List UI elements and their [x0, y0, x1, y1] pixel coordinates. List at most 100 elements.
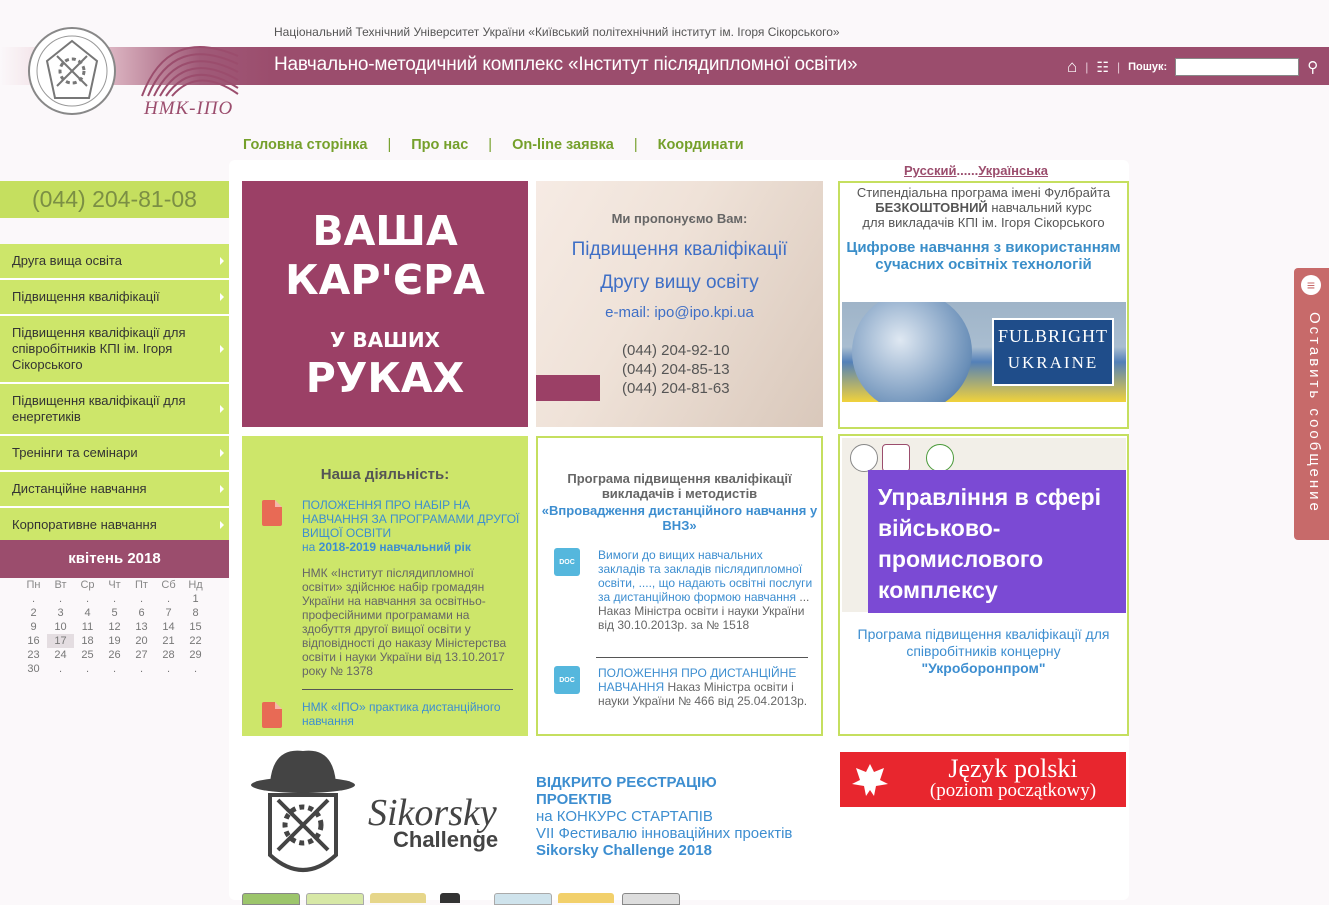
nmk-logo-icon — [882, 444, 910, 472]
calendar-day[interactable]: 21 — [155, 634, 182, 648]
arrow-right-icon — [220, 405, 224, 413]
calendar-day[interactable]: 2 — [20, 606, 47, 620]
weekday: Сб — [161, 579, 176, 591]
sidebar-item-kpi-staff[interactable]: Підвищення кваліфікації для співробітник… — [0, 316, 229, 384]
career-line-4: РУКАХ — [305, 354, 465, 402]
partner-thumbnail[interactable] — [242, 893, 300, 905]
calendar-day[interactable]: 22 — [182, 634, 209, 648]
nav-contacts[interactable]: Координати — [658, 137, 744, 153]
calendar-day[interactable]: 13 — [128, 620, 155, 634]
sidebar-item-second-degree[interactable]: Друга вища освіта — [0, 244, 229, 280]
calendar-day[interactable]: 6 — [128, 606, 155, 620]
calendar-day[interactable]: 12 — [101, 620, 128, 634]
calendar-day: . — [112, 663, 117, 675]
calendar-day[interactable]: 30 — [20, 662, 47, 676]
calendar-day: . — [58, 663, 63, 675]
offer-banner[interactable]: Ми пропонуємо Вам: Підвищення кваліфікац… — [536, 181, 823, 427]
calendar-day[interactable]: 26 — [101, 648, 128, 662]
weekday: Пн — [26, 579, 41, 591]
search-input[interactable] — [1175, 58, 1300, 76]
calendar-day: . — [85, 663, 90, 675]
calendar-day[interactable]: 3 — [47, 606, 74, 620]
sidebar-item-energy[interactable]: Підвищення кваліфікації для енергетиків — [0, 384, 229, 436]
offer-qualification-link[interactable]: Підвищення кваліфікації — [536, 239, 823, 261]
program-doc-1-link[interactable]: Вимоги до вищих навчальних закладів та з… — [598, 548, 812, 604]
distance-practice-link[interactable]: НМК «ІПО» практика дистанційного навчанн… — [302, 700, 512, 728]
doc-icon[interactable]: DOC — [554, 548, 580, 576]
program-title[interactable]: «Впровадження дистанційного навчання у В… — [538, 503, 821, 533]
sitemap-icon[interactable]: ☷ — [1096, 59, 1109, 76]
partner-thumbnail[interactable] — [622, 893, 680, 905]
message-icon: ≡ — [1301, 275, 1321, 295]
calendar-week: 9 10 11 12 13 14 15 — [20, 620, 209, 634]
nav-home[interactable]: Головна сторінка — [243, 137, 367, 153]
partner-thumbnail[interactable] — [370, 893, 426, 903]
calendar-day[interactable]: 11 — [74, 620, 101, 634]
calendar-day[interactable]: 14 — [155, 620, 182, 634]
header-tools: ⌂ | ☷ | Пошук: ⚲ — [1067, 55, 1318, 79]
pdf-icon[interactable] — [262, 500, 282, 526]
calendar-day[interactable]: 17 — [47, 634, 74, 648]
logo-text: НМК-ІПО — [144, 98, 234, 119]
sikorsky-challenge-logo[interactable]: Sikorsky Challenge — [248, 745, 528, 890]
nav-online-application[interactable]: On-line заявка — [512, 137, 614, 153]
calendar-day[interactable]: 25 — [74, 648, 101, 662]
search-icon[interactable]: ⚲ — [1307, 58, 1318, 76]
sidebar-item-distance[interactable]: Дистанційне навчання — [0, 472, 229, 508]
calendar-day: . — [139, 593, 144, 605]
partner-thumbnail[interactable] — [558, 893, 614, 903]
admission-rules-link[interactable]: ПОЛОЖЕННЯ ПРО НАБІР НА НАВЧАННЯ ЗА ПРОГР… — [302, 498, 522, 554]
calendar-day[interactable]: 16 — [20, 634, 47, 648]
career-banner[interactable]: ВАША КАР'ЄРА У ВАШИХ РУКАХ — [242, 181, 528, 427]
military-description: Програма підвищення кваліфікації для спі… — [840, 626, 1127, 677]
calendar-day[interactable]: 28 — [155, 648, 182, 662]
nav-about[interactable]: Про нас — [411, 137, 468, 153]
calendar-day[interactable]: 18 — [74, 634, 101, 648]
calendar-day[interactable]: 27 — [128, 648, 155, 662]
lang-russian[interactable]: Русский — [904, 163, 957, 178]
phone-text: (044) 204-81-08 — [32, 186, 197, 212]
leave-message-tab[interactable]: ≡ Оставить сообщение — [1294, 268, 1329, 540]
divider — [302, 689, 513, 690]
calendar-day[interactable]: 5 — [101, 606, 128, 620]
fulbright-free: БЕЗКОШТОВНИЙ — [875, 200, 988, 215]
calendar-day[interactable]: 20 — [128, 634, 155, 648]
sidebar-item-qualification[interactable]: Підвищення кваліфікації — [0, 280, 229, 316]
calendar-day[interactable]: 19 — [101, 634, 128, 648]
calendar-day[interactable]: 15 — [182, 620, 209, 634]
leave-message-label: Оставить сообщение — [1306, 312, 1323, 514]
offer-second-degree-link[interactable]: Другу вищу освіту — [536, 272, 823, 294]
calendar-day[interactable]: 29 — [182, 648, 209, 662]
sidebar-item-trainings[interactable]: Тренінги та семінари — [0, 436, 229, 472]
partner-thumbnail[interactable] — [306, 893, 364, 905]
sidebar-item-corporate[interactable]: Корпоративне навчання — [0, 508, 229, 542]
calendar-day[interactable]: 8 — [182, 606, 209, 620]
polish-course-banner[interactable]: Język polski (poziom początkowy) — [840, 752, 1126, 807]
fulbright-banner[interactable]: Стипендіальна програма імені Фулбрайта Б… — [838, 181, 1129, 429]
calendar-day[interactable]: 4 — [74, 606, 101, 620]
calendar-day[interactable]: 10 — [47, 620, 74, 634]
offer-email[interactable]: e-mail: ipo@ipo.kpi.ua — [536, 304, 823, 321]
military-banner-image: Управління в сфері військово-промисловог… — [842, 438, 1126, 613]
phone-number: (044) 204-81-08 — [0, 181, 229, 218]
calendar-day[interactable]: 1 — [182, 592, 209, 606]
decorative-bar — [536, 375, 600, 401]
weekday: Вт — [54, 579, 67, 591]
lang-ukrainian[interactable]: Українська — [978, 163, 1048, 178]
partner-thumbnail[interactable] — [494, 893, 552, 905]
home-icon[interactable]: ⌂ — [1067, 57, 1077, 77]
calendar-day[interactable]: 7 — [155, 606, 182, 620]
doc-icon[interactable]: DOC — [554, 666, 580, 694]
sidebar-item-label: Підвищення кваліфікації для енергетиків — [12, 393, 186, 424]
university-seal-logo[interactable] — [27, 26, 117, 116]
sidebar-item-label: Підвищення кваліфікації — [12, 289, 160, 304]
partner-thumbnail[interactable] — [440, 893, 460, 903]
military-program-box[interactable]: Управління в сфері військово-промисловог… — [838, 434, 1129, 736]
sikorsky-announcement[interactable]: ВІДКРИТО РЕЄСТРАЦІЮ ПРОЕКТІВ на КОНКУРС … — [536, 774, 792, 859]
pdf-icon[interactable] — [262, 702, 282, 728]
calendar-day[interactable]: 24 — [47, 648, 74, 662]
calendar: Пн Вт Ср Чт Пт Сб Нд ...... 1 2 3 4 5 6 7 8 9 10 11… — [20, 578, 220, 676]
fulbright-title[interactable]: Цифрове навчання з використанням сучасни… — [840, 239, 1127, 273]
calendar-day[interactable]: 9 — [20, 620, 47, 634]
calendar-day[interactable]: 23 — [20, 648, 47, 662]
